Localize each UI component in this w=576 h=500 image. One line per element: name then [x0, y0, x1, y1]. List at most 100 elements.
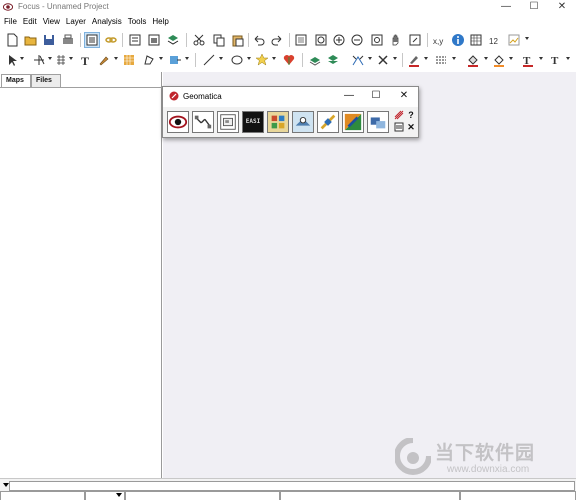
menu-layer[interactable]: Layer — [63, 15, 89, 29]
select-dropdown-arrow[interactable] — [20, 57, 24, 60]
chip-tool-icon[interactable] — [267, 111, 289, 133]
star-tool-icon[interactable] — [255, 53, 269, 67]
text-tool-icon[interactable]: T — [79, 53, 93, 67]
zoom-layer-icon[interactable] — [314, 33, 328, 47]
cut-icon[interactable] — [192, 33, 206, 47]
config-tool-icon[interactable] — [394, 110, 404, 120]
close-button[interactable]: ✕ — [548, 0, 576, 15]
zoom-extent-icon[interactable] — [294, 33, 308, 47]
zoom-in-icon[interactable] — [332, 33, 346, 47]
close-small-button[interactable]: ✕ — [406, 122, 416, 132]
mosaic-tool-icon[interactable] — [342, 111, 364, 133]
layers-stack-icon[interactable] — [166, 33, 180, 47]
link-icon[interactable] — [104, 33, 118, 47]
chart-icon[interactable] — [507, 33, 521, 47]
brush-dropdown-arrow[interactable] — [114, 57, 118, 60]
zoom-out-icon[interactable] — [350, 33, 364, 47]
table-icon[interactable] — [469, 33, 483, 47]
grid-dropdown-arrow[interactable] — [69, 57, 73, 60]
layer-up-icon[interactable] — [308, 53, 322, 67]
new-file-icon[interactable] — [5, 33, 19, 47]
menu-edit[interactable]: Edit — [20, 15, 40, 29]
statistics-icon[interactable]: 12 — [488, 33, 502, 47]
tab-files[interactable]: Files — [31, 74, 61, 87]
watermark: 当下软件园 www.downxia.com — [395, 438, 555, 480]
ease-tool[interactable]: EASI — [242, 111, 264, 133]
measure-icon[interactable] — [351, 53, 365, 67]
font-style-dropdown-arrow[interactable] — [566, 57, 570, 60]
minimize-button[interactable]: — — [492, 0, 520, 15]
brush-icon[interactable] — [97, 53, 111, 67]
tools-icon[interactable] — [376, 53, 390, 67]
line-dropdown-arrow[interactable] — [219, 57, 223, 60]
undo-icon[interactable] — [252, 33, 266, 47]
fill-color-icon[interactable] — [466, 53, 480, 67]
focus-tool-icon[interactable] — [167, 111, 189, 133]
coordinate-icon[interactable]: x,y — [432, 33, 446, 47]
node-edit-icon[interactable] — [32, 53, 46, 67]
zoom-box-icon[interactable] — [370, 33, 384, 47]
help-button[interactable]: ? — [406, 110, 416, 120]
print-icon[interactable] — [61, 33, 75, 47]
satellite-tool-icon[interactable] — [317, 111, 339, 133]
chart-dropdown-arrow[interactable] — [525, 37, 529, 40]
shape-icon[interactable] — [142, 53, 156, 67]
watermark-url: www.downxia.com — [447, 464, 530, 475]
node-dropdown-arrow[interactable] — [48, 57, 52, 60]
status-dropdown-arrow[interactable] — [3, 483, 9, 487]
menu-file[interactable]: File — [1, 15, 20, 29]
tools-dropdown-arrow[interactable] — [393, 57, 397, 60]
select-arrow-icon[interactable] — [5, 53, 19, 67]
fill-pattern-dropdown-arrow[interactable] — [509, 57, 513, 60]
line-tool-icon[interactable] — [202, 53, 216, 67]
font-color-icon[interactable]: T — [521, 53, 535, 67]
raster-grid-icon[interactable] — [122, 53, 136, 67]
geomatica-maximize-button[interactable]: ☐ — [368, 89, 384, 103]
layer-down-icon[interactable] — [326, 53, 340, 67]
geomatica-title-bar[interactable]: Geomatica — ☐ ✕ — [163, 87, 418, 107]
line-style-icon[interactable] — [434, 53, 448, 67]
menu-tools[interactable]: Tools — [125, 15, 150, 29]
measure-dropdown-arrow[interactable] — [368, 57, 372, 60]
shape-dropdown-arrow[interactable] — [159, 57, 163, 60]
export-dropdown-arrow[interactable] — [185, 57, 189, 60]
menu-analysis[interactable]: Analysis — [89, 15, 125, 29]
open-folder-icon[interactable] — [24, 33, 38, 47]
status-scale-dropdown-arrow[interactable] — [116, 493, 122, 497]
modeler-tool-icon[interactable] — [192, 111, 214, 133]
fill-color-dropdown-arrow[interactable] — [484, 57, 488, 60]
copy-icon[interactable] — [212, 33, 226, 47]
menu-help[interactable]: Help — [149, 15, 171, 29]
ellipse-dropdown-arrow[interactable] — [247, 57, 251, 60]
info-icon[interactable] — [451, 33, 465, 47]
pen-color-dropdown-arrow[interactable] — [424, 57, 428, 60]
map-view-icon[interactable] — [84, 32, 100, 48]
export-icon[interactable] — [168, 53, 182, 67]
ellipse-tool-icon[interactable] — [230, 53, 244, 67]
line-style-dropdown-arrow[interactable] — [452, 57, 456, 60]
license-tool-icon[interactable] — [367, 111, 389, 133]
list-tool-icon[interactable] — [394, 122, 404, 132]
pen-color-icon[interactable] — [407, 53, 421, 67]
refresh-view-icon[interactable] — [408, 33, 422, 47]
redo-icon[interactable] — [270, 33, 284, 47]
window-icon[interactable] — [147, 33, 161, 47]
ortho-tool-icon[interactable] — [217, 111, 239, 133]
svg-text:12: 12 — [489, 37, 498, 46]
geomatica-minimize-button[interactable]: — — [341, 89, 357, 103]
fill-pattern-icon[interactable] — [492, 53, 506, 67]
tab-maps[interactable]: Maps — [1, 74, 31, 87]
save-icon[interactable] — [42, 33, 56, 47]
font-color-dropdown-arrow[interactable] — [539, 57, 543, 60]
edit-list-icon[interactable] — [128, 33, 142, 47]
fly-tool-icon[interactable] — [292, 111, 314, 133]
maximize-button[interactable]: ☐ — [520, 0, 548, 15]
palette-icon[interactable] — [282, 53, 296, 67]
grid-icon[interactable] — [54, 53, 68, 67]
geomatica-close-button[interactable]: ✕ — [396, 89, 412, 103]
star-dropdown-arrow[interactable] — [272, 57, 276, 60]
pan-hand-icon[interactable] — [389, 33, 403, 47]
font-style-icon[interactable]: T — [549, 53, 563, 67]
paste-icon[interactable] — [231, 33, 245, 47]
menu-view[interactable]: View — [40, 15, 63, 29]
